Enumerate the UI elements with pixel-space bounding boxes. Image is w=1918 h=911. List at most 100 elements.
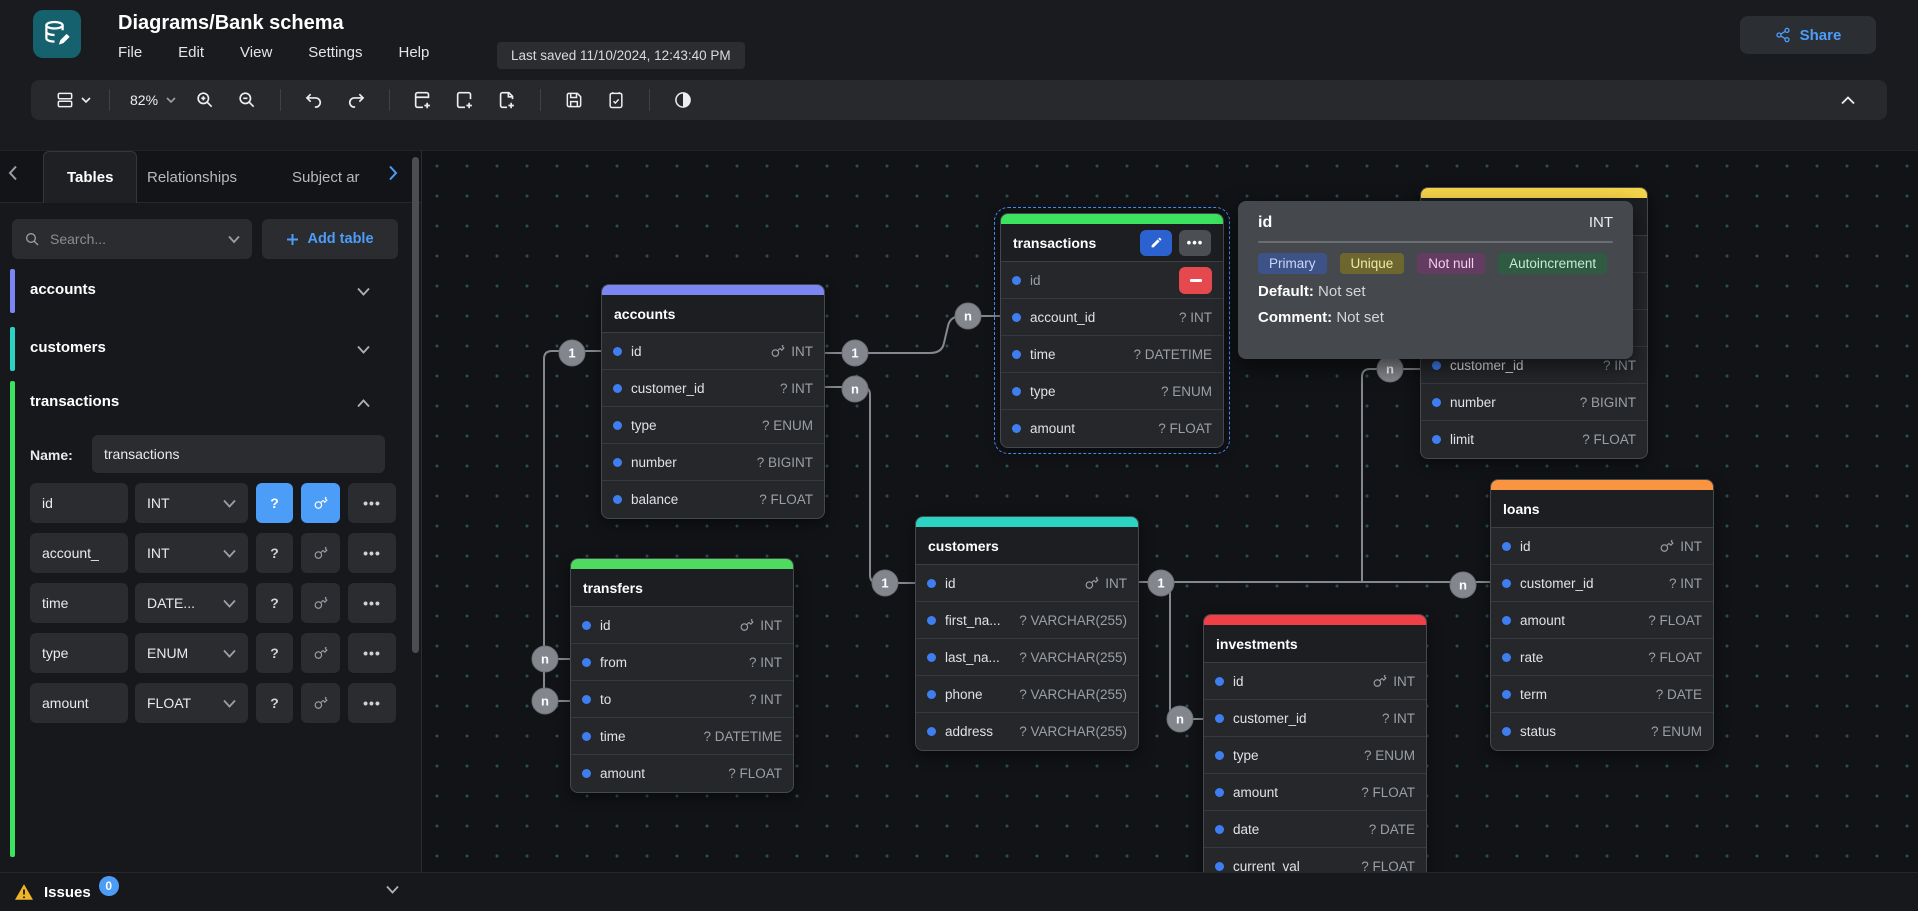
table-field-row[interactable]: rate? FLOAT bbox=[1491, 639, 1713, 676]
table-field-row[interactable]: amount? FLOAT bbox=[1491, 602, 1713, 639]
canvas-table-transactions[interactable]: transactions•••idaccount_id? INTtime? DA… bbox=[1000, 213, 1224, 448]
theme-toggle-button[interactable] bbox=[668, 84, 698, 116]
field-nullable-toggle[interactable]: ? bbox=[256, 533, 293, 573]
tabs-scroll-right-button[interactable] bbox=[388, 165, 398, 181]
table-field-row[interactable]: to? INT bbox=[571, 681, 793, 718]
table-field-row[interactable]: id INT bbox=[1491, 528, 1713, 565]
table-header[interactable]: loans bbox=[1491, 490, 1713, 528]
save-button[interactable] bbox=[559, 84, 589, 116]
edit-table-button[interactable] bbox=[1140, 230, 1172, 256]
add-area-tool[interactable] bbox=[450, 84, 480, 116]
table-header[interactable]: accounts bbox=[602, 295, 824, 333]
accordion-toggle[interactable] bbox=[357, 283, 370, 301]
field-more-options-button[interactable]: ••• bbox=[348, 533, 396, 573]
field-more-options-button[interactable]: ••• bbox=[348, 633, 396, 673]
field-nullable-toggle[interactable]: ? bbox=[256, 583, 293, 623]
add-note-tool[interactable] bbox=[492, 84, 522, 116]
diagram-canvas[interactable]: customer_id? INTnumber? BIGINTlimit? FLO… bbox=[422, 150, 1918, 872]
field-more-options-button[interactable]: ••• bbox=[348, 483, 396, 523]
tabs-scroll-left-button[interactable] bbox=[8, 165, 18, 181]
field-more-options-button[interactable]: ••• bbox=[348, 683, 396, 723]
field-nullable-toggle[interactable]: ? bbox=[256, 633, 293, 673]
field-nullable-toggle[interactable]: ? bbox=[256, 683, 293, 723]
add-table-tool[interactable] bbox=[408, 84, 438, 116]
field-name-input[interactable]: account_ bbox=[30, 533, 128, 573]
table-field-row[interactable]: account_id? INT bbox=[1001, 299, 1223, 336]
accordion-toggle[interactable] bbox=[357, 341, 370, 359]
table-field-row[interactable]: amount? FLOAT bbox=[571, 755, 793, 792]
table-field-row[interactable]: amount? FLOAT bbox=[1001, 410, 1223, 447]
canvas-table-transfers[interactable]: transfersid INTfrom? INTto? INTtime? DAT… bbox=[570, 558, 794, 793]
delete-field-button[interactable] bbox=[1179, 267, 1212, 294]
table-field-row[interactable]: address? VARCHAR(255) bbox=[916, 713, 1138, 750]
tab-tables[interactable]: Tables bbox=[43, 151, 137, 203]
field-primary-key-toggle[interactable] bbox=[301, 483, 340, 523]
tab-relationships[interactable]: Relationships bbox=[147, 151, 237, 203]
table-field-row[interactable]: customer_id? INT bbox=[602, 370, 824, 407]
collapse-toolbar-button[interactable] bbox=[1833, 84, 1863, 116]
table-field-row[interactable]: number? BIGINT bbox=[1421, 384, 1647, 421]
redo-button[interactable] bbox=[341, 84, 371, 116]
accordion-toggle[interactable] bbox=[357, 395, 370, 413]
field-type-select[interactable]: INT bbox=[135, 533, 248, 573]
table-field-row[interactable]: status? ENUM bbox=[1491, 713, 1713, 750]
issues-label[interactable]: Issues bbox=[44, 884, 91, 901]
canvas-table-investments[interactable]: investmentsid INTcustomer_id? INTtype? E… bbox=[1203, 614, 1427, 872]
menu-edit[interactable]: Edit bbox=[178, 44, 204, 61]
table-field-row[interactable]: time? DATETIME bbox=[571, 718, 793, 755]
tab-subject-areas[interactable]: Subject ar bbox=[292, 151, 360, 203]
table-field-row[interactable]: last_na...? VARCHAR(255) bbox=[916, 639, 1138, 676]
todo-button[interactable] bbox=[601, 84, 631, 116]
canvas-table-customers[interactable]: customersid INTfirst_na...? VARCHAR(255)… bbox=[915, 516, 1139, 751]
accordion-item-accounts[interactable]: accounts bbox=[0, 269, 400, 313]
zoom-out-button[interactable] bbox=[232, 84, 262, 116]
table-field-row[interactable]: amount? FLOAT bbox=[1204, 774, 1426, 811]
table-field-row[interactable]: first_na...? VARCHAR(255) bbox=[916, 602, 1138, 639]
table-field-row[interactable]: term? DATE bbox=[1491, 676, 1713, 713]
layout-menu-button[interactable] bbox=[55, 84, 91, 116]
table-header[interactable]: customers bbox=[916, 527, 1138, 565]
table-field-row[interactable]: number? BIGINT bbox=[602, 444, 824, 481]
table-header[interactable]: transactions••• bbox=[1001, 224, 1223, 262]
table-more-options-button[interactable]: ••• bbox=[1179, 230, 1211, 256]
menu-view[interactable]: View bbox=[240, 44, 272, 61]
table-field-row[interactable]: date? DATE bbox=[1204, 811, 1426, 848]
zoom-in-button[interactable] bbox=[190, 84, 220, 116]
field-name-input[interactable]: time bbox=[30, 583, 128, 623]
canvas-table-loans[interactable]: loansid INTcustomer_id? INTamount? FLOAT… bbox=[1490, 479, 1714, 751]
table-field-row[interactable]: customer_id? INT bbox=[1204, 700, 1426, 737]
table-search-input[interactable]: Search... bbox=[12, 219, 252, 259]
field-name-input[interactable]: amount bbox=[30, 683, 128, 723]
field-primary-key-toggle[interactable] bbox=[301, 533, 340, 573]
table-field-row[interactable]: limit? FLOAT bbox=[1421, 421, 1647, 458]
add-table-button[interactable]: Add table bbox=[262, 219, 398, 259]
table-header[interactable]: transfers bbox=[571, 569, 793, 607]
table-field-row[interactable]: type? ENUM bbox=[1204, 737, 1426, 774]
accordion-item-transactions[interactable]: transactionsName:transactionsidINT?•••ac… bbox=[0, 381, 400, 857]
field-name-input[interactable]: type bbox=[30, 633, 128, 673]
statusbar-chevron-down[interactable] bbox=[386, 885, 399, 894]
share-button[interactable]: Share bbox=[1740, 16, 1876, 54]
field-primary-key-toggle[interactable] bbox=[301, 583, 340, 623]
field-type-select[interactable]: DATE... bbox=[135, 583, 248, 623]
field-nullable-toggle[interactable]: ? bbox=[256, 483, 293, 523]
field-primary-key-toggle[interactable] bbox=[301, 683, 340, 723]
table-field-row[interactable]: id INT bbox=[602, 333, 824, 370]
field-primary-key-toggle[interactable] bbox=[301, 633, 340, 673]
canvas-table-accounts[interactable]: accountsid INTcustomer_id? INTtype? ENUM… bbox=[601, 284, 825, 519]
field-type-select[interactable]: INT bbox=[135, 483, 248, 523]
table-field-row[interactable]: balance? FLOAT bbox=[602, 481, 824, 518]
table-field-row[interactable]: type? ENUM bbox=[602, 407, 824, 444]
table-field-row[interactable]: time? DATETIME bbox=[1001, 336, 1223, 373]
field-type-select[interactable]: FLOAT bbox=[135, 683, 248, 723]
table-field-row[interactable]: from? INT bbox=[571, 644, 793, 681]
table-field-row[interactable]: current_val? FLOAT bbox=[1204, 848, 1426, 872]
menu-file[interactable]: File bbox=[118, 44, 142, 61]
accordion-item-customers[interactable]: customers bbox=[0, 327, 400, 371]
table-field-row[interactable]: phone? VARCHAR(255) bbox=[916, 676, 1138, 713]
table-field-row[interactable]: type? ENUM bbox=[1001, 373, 1223, 410]
table-field-row[interactable]: id INT bbox=[1204, 663, 1426, 700]
menu-settings[interactable]: Settings bbox=[308, 44, 362, 61]
field-type-select[interactable]: ENUM bbox=[135, 633, 248, 673]
table-field-row[interactable]: id bbox=[1001, 262, 1223, 299]
